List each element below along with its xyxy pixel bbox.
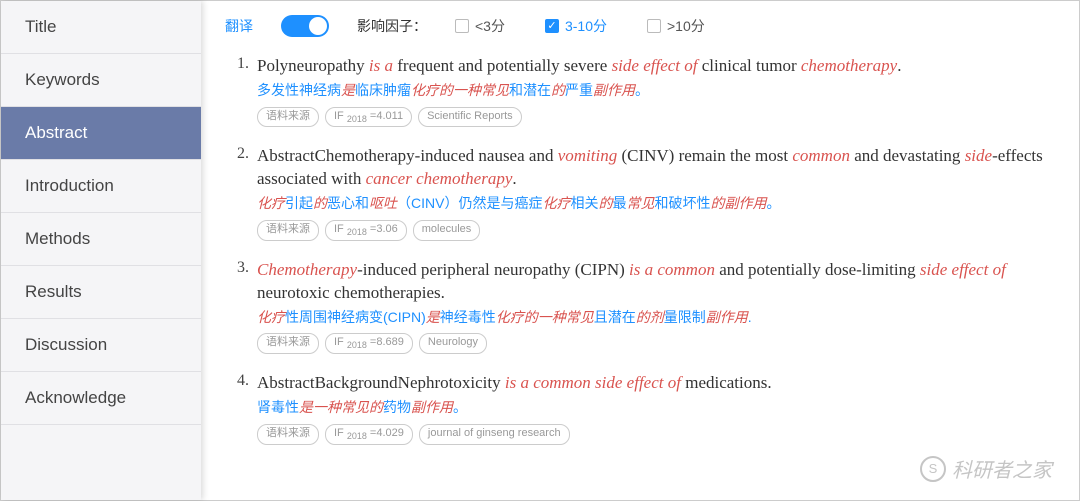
translate-label: 翻译 bbox=[225, 16, 253, 36]
tag[interactable]: Neurology bbox=[419, 333, 487, 354]
result-english: Polyneuropathy is a frequent and potenti… bbox=[257, 55, 1055, 78]
sidebar-item-keywords[interactable]: Keywords bbox=[1, 54, 201, 107]
result-chinese: 多发性神经病是临床肿瘤化疗的一种常见和潜在的严重副作用。 bbox=[257, 81, 1055, 101]
result-item: 1. Polyneuropathy is a frequent and poten… bbox=[225, 55, 1055, 127]
sidebar-item-acknowledge[interactable]: Acknowledge bbox=[1, 372, 201, 425]
sidebar-item-introduction[interactable]: Introduction bbox=[1, 160, 201, 213]
tag[interactable]: journal of ginseng research bbox=[419, 424, 570, 445]
result-item: 2.AbstractChemotherapy-induced nausea an… bbox=[225, 145, 1055, 240]
tag[interactable]: IF 2018 =8.689 bbox=[325, 333, 413, 354]
results-list: 1. Polyneuropathy is a frequent and poten… bbox=[225, 55, 1055, 445]
checkbox-icon bbox=[647, 19, 661, 33]
result-number: 2. bbox=[225, 145, 249, 240]
filter-bar: 翻译 影响因子： <3分 3-10分 >10分 bbox=[225, 15, 1055, 37]
result-number: 4. bbox=[225, 372, 249, 444]
result-body: AbstractChemotherapy-induced nausea and … bbox=[257, 145, 1055, 240]
filter-option-1[interactable]: 3-10分 bbox=[545, 16, 607, 36]
result-tags: 语料来源 IF 2018 =4.011 Scientific Reports bbox=[257, 107, 1055, 128]
tag[interactable]: Scientific Reports bbox=[418, 107, 522, 128]
result-item: 3.Chemotherapy-induced peripheral neurop… bbox=[225, 259, 1055, 354]
result-chinese: 肾毒性是一种常见的药物副作用。 bbox=[257, 398, 1055, 418]
checkbox-icon bbox=[455, 19, 469, 33]
checkbox-icon bbox=[545, 19, 559, 33]
tag[interactable]: 语料来源 bbox=[257, 220, 319, 241]
result-tags: 语料来源 IF 2018 =3.06 molecules bbox=[257, 220, 1055, 241]
wechat-icon: S bbox=[920, 456, 946, 482]
result-number: 1. bbox=[225, 55, 249, 127]
tag[interactable]: 语料来源 bbox=[257, 107, 319, 128]
tag[interactable]: molecules bbox=[413, 220, 481, 241]
main-panel: 翻译 影响因子： <3分 3-10分 >10分 1. Polyneuropathy i… bbox=[201, 1, 1079, 500]
sidebar-item-title[interactable]: Title bbox=[1, 1, 201, 54]
result-body: AbstractBackgroundNephrotoxicity is a co… bbox=[257, 372, 1055, 444]
filter-option-label: <3分 bbox=[475, 16, 505, 36]
filter-option-2[interactable]: >10分 bbox=[647, 16, 705, 36]
result-item: 4. AbstractBackgroundNephrotoxicity is a … bbox=[225, 372, 1055, 444]
tag[interactable]: 语料来源 bbox=[257, 424, 319, 445]
result-tags: 语料来源 IF 2018 =8.689 Neurology bbox=[257, 333, 1055, 354]
filter-option-0[interactable]: <3分 bbox=[455, 16, 505, 36]
result-english: AbstractBackgroundNephrotoxicity is a co… bbox=[257, 372, 1055, 395]
sidebar-item-abstract[interactable]: Abstract bbox=[1, 107, 201, 160]
impact-factor-label: 影响因子： bbox=[357, 16, 427, 36]
sidebar-item-methods[interactable]: Methods bbox=[1, 213, 201, 266]
sidebar: TitleKeywordsAbstractIntroductionMethods… bbox=[1, 1, 201, 500]
app-root: TitleKeywordsAbstractIntroductionMethods… bbox=[0, 0, 1080, 501]
tag[interactable]: IF 2018 =4.029 bbox=[325, 424, 413, 445]
result-english: AbstractChemotherapy-induced nausea and … bbox=[257, 145, 1055, 191]
result-chinese: 化疗引起的恶心和呕吐（CINV）仍然是与癌症化疗相关的最常见和破坏性的副作用。 bbox=[257, 194, 1055, 214]
tag[interactable]: 语料来源 bbox=[257, 333, 319, 354]
result-chinese: 化疗性周围神经病变(CIPN)是神经毒性化疗的一种常见且潜在的剂量限制副作用. bbox=[257, 308, 1055, 328]
tag[interactable]: IF 2018 =3.06 bbox=[325, 220, 407, 241]
watermark: S 科研者之家 bbox=[920, 454, 1052, 483]
tag[interactable]: IF 2018 =4.011 bbox=[325, 107, 412, 128]
result-body: Chemotherapy-induced peripheral neuropat… bbox=[257, 259, 1055, 354]
sidebar-item-results[interactable]: Results bbox=[1, 266, 201, 319]
result-english: Chemotherapy-induced peripheral neuropat… bbox=[257, 259, 1055, 305]
translate-toggle[interactable] bbox=[281, 15, 329, 37]
watermark-text: 科研者之家 bbox=[952, 454, 1052, 483]
filter-option-label: >10分 bbox=[667, 16, 705, 36]
filter-option-label: 3-10分 bbox=[565, 16, 607, 36]
result-body: Polyneuropathy is a frequent and potenti… bbox=[257, 55, 1055, 127]
result-tags: 语料来源 IF 2018 =4.029 journal of ginseng res… bbox=[257, 424, 1055, 445]
sidebar-item-discussion[interactable]: Discussion bbox=[1, 319, 201, 372]
result-number: 3. bbox=[225, 259, 249, 354]
